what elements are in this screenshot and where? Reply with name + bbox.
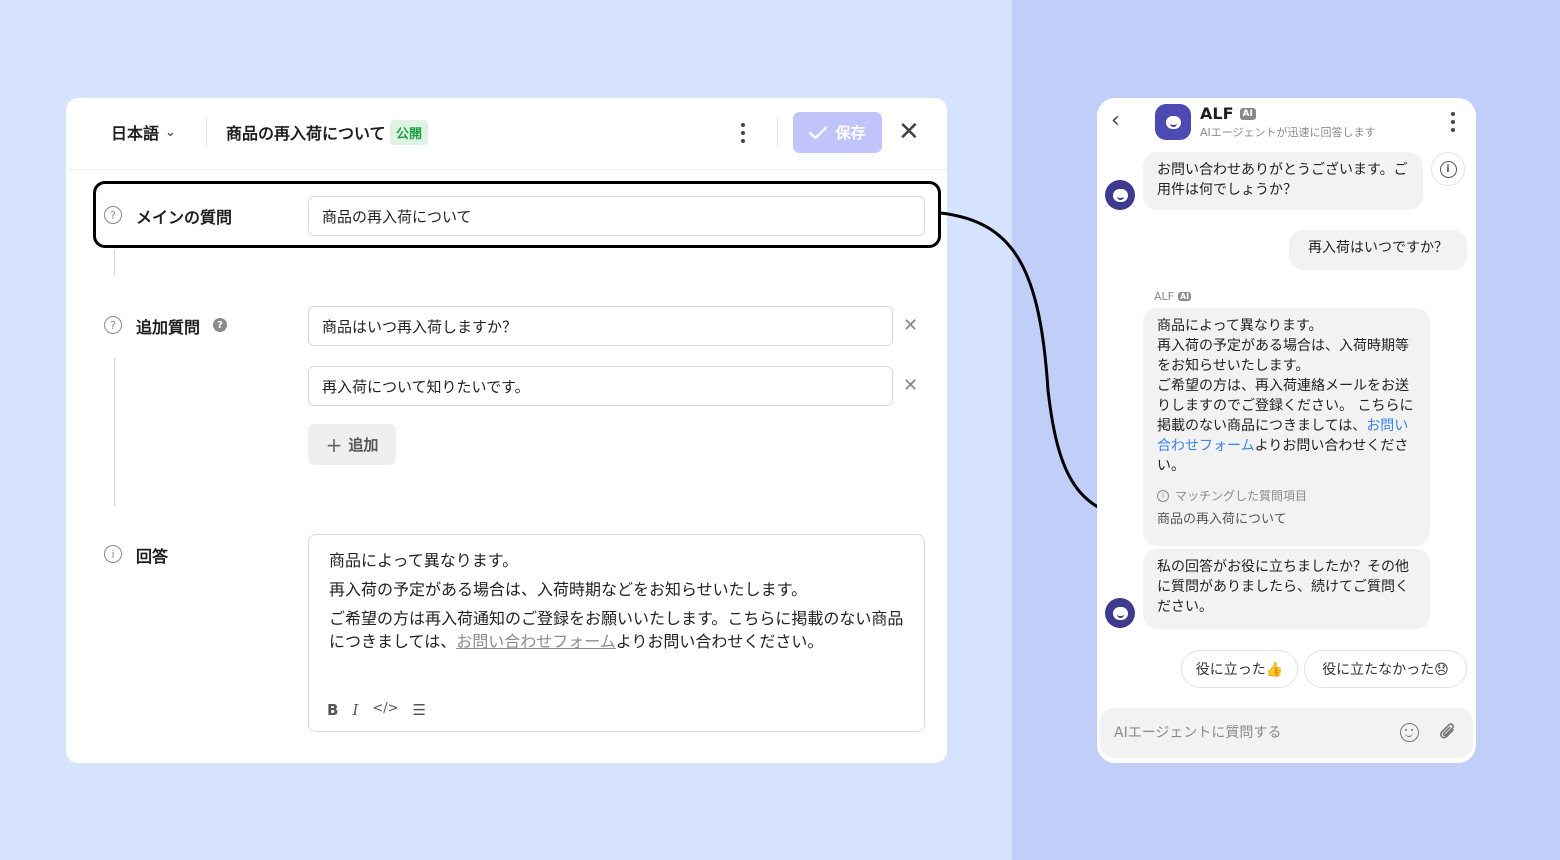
main-question-input[interactable]: 商品の再入荷について: [308, 196, 925, 236]
bot-name-text: ALF: [1200, 104, 1234, 123]
italic-icon[interactable]: I: [352, 701, 358, 719]
main-question-label: メインの質問: [136, 208, 233, 227]
question-icon: ?: [104, 316, 122, 334]
header-divider: [206, 118, 207, 148]
answer-text: よりお問い合わせください。: [615, 632, 824, 651]
bot-name: ALF AI: [1200, 104, 1256, 123]
helpful-button[interactable]: 役に立った👍: [1181, 650, 1298, 688]
answer-text: 再入荷の予定がある場合は、入荷時期等をお知らせいたします。: [1157, 338, 1409, 374]
additional-questions-label: 追加質問: [136, 318, 201, 337]
bot-subtitle: AIエージェントが迅速に回答します: [1200, 126, 1376, 139]
answer-text: 商品によって異なります。: [1157, 318, 1323, 334]
status-badge: 公開: [390, 120, 429, 145]
answer-line: 再入荷の予定がある場合は、入荷時期などをお知らせいたします。: [329, 580, 808, 599]
page-title: 商品の再入荷について: [226, 124, 386, 143]
bot-avatar: [1155, 104, 1191, 140]
remove-icon[interactable]: ✕: [903, 315, 918, 336]
back-icon[interactable]: ‹: [1111, 108, 1120, 133]
list-icon[interactable]: ☰: [413, 701, 426, 719]
user-message: 再入荷はいつですか？: [1289, 230, 1467, 270]
question-icon: ?: [104, 206, 122, 224]
bot-message: 私の回答がお役に立ちましたか？その他に質問がありましたら、続けてご質問ください。: [1143, 549, 1430, 629]
answer-paragraph: ご希望の方は再入荷通知のご登録をお願いいたします。こちらに掲載のない商品につきま…: [329, 607, 904, 653]
sender-label: ALF AI: [1154, 290, 1192, 303]
more-options-icon[interactable]: [734, 120, 752, 146]
bot-answer-message: 商品によって異なります。 再入荷の予定がある場合は、入荷時期等をお知らせいたしま…: [1143, 308, 1430, 546]
info-icon: i: [104, 545, 122, 563]
section-connector: [114, 358, 115, 506]
chat-widget: ‹ ALF AI AIエージェントが迅速に回答します お問い合わせありがとうござ…: [1097, 98, 1476, 763]
add-label: 追加: [348, 436, 379, 454]
formatting-toolbar: B I </> ☰: [327, 701, 426, 719]
info-icon: i: [1157, 490, 1169, 502]
bot-avatar: [1105, 180, 1135, 210]
remove-icon[interactable]: ✕: [903, 375, 918, 396]
info-icon: i: [1439, 160, 1457, 178]
faq-editor-panel: 日本語 ⌄ 商品の再入荷について 公開 保存 ✕ ? メインの質問 商品の再入荷…: [66, 98, 947, 763]
check-icon: [809, 125, 828, 139]
ai-badge: AI: [1239, 107, 1256, 120]
chat-input-bar: [1100, 708, 1473, 758]
additional-question-input[interactable]: 再入荷について知りたいです。: [308, 366, 893, 406]
bot-message: お問い合わせありがとうございます。ご用件は何でしょうか？: [1143, 152, 1423, 210]
additional-question-input[interactable]: 商品はいつ再入荷しますか？: [308, 306, 893, 346]
not-helpful-button[interactable]: 役に立たなかった😞: [1304, 650, 1467, 688]
chevron-down-icon: ⌄: [165, 124, 176, 140]
bot-avatar: [1105, 598, 1135, 628]
contact-form-link[interactable]: お問い合わせフォーム: [456, 632, 616, 651]
ai-badge: AI: [1177, 292, 1192, 301]
code-icon[interactable]: </>: [372, 701, 398, 719]
attachment-icon[interactable]: [1438, 721, 1458, 743]
section-connector: [114, 250, 115, 276]
language-selector[interactable]: 日本語 ⌄: [111, 120, 176, 144]
header-divider: [777, 118, 778, 148]
plus-icon: +: [325, 432, 343, 457]
emoji-icon[interactable]: [1400, 723, 1419, 742]
answer-line: 商品によって異なります。: [329, 551, 519, 570]
matched-question-header: i マッチングした質問項目: [1157, 486, 1416, 506]
add-question-button[interactable]: + 追加: [308, 424, 396, 465]
answer-editor[interactable]: 商品によって異なります。 再入荷の予定がある場合は、入荷時期などをお知らせいたし…: [308, 534, 925, 732]
bold-icon[interactable]: B: [327, 701, 338, 719]
sender-name: ALF: [1154, 290, 1174, 303]
matched-question: 商品の再入荷について: [1157, 512, 1287, 527]
save-label: 保存: [835, 124, 866, 142]
editor-header: 日本語 ⌄ 商品の再入荷について 公開 保存 ✕: [66, 98, 947, 170]
language-label: 日本語: [111, 124, 160, 143]
save-button[interactable]: 保存: [793, 112, 882, 153]
chat-input[interactable]: [1114, 708, 1384, 758]
matched-label: マッチングした質問項目: [1175, 489, 1308, 503]
help-icon[interactable]: ?: [213, 318, 227, 332]
more-options-icon[interactable]: [1448, 112, 1458, 132]
close-icon[interactable]: ✕: [898, 119, 920, 145]
info-button[interactable]: i: [1431, 152, 1465, 186]
answer-label: 回答: [136, 547, 169, 566]
